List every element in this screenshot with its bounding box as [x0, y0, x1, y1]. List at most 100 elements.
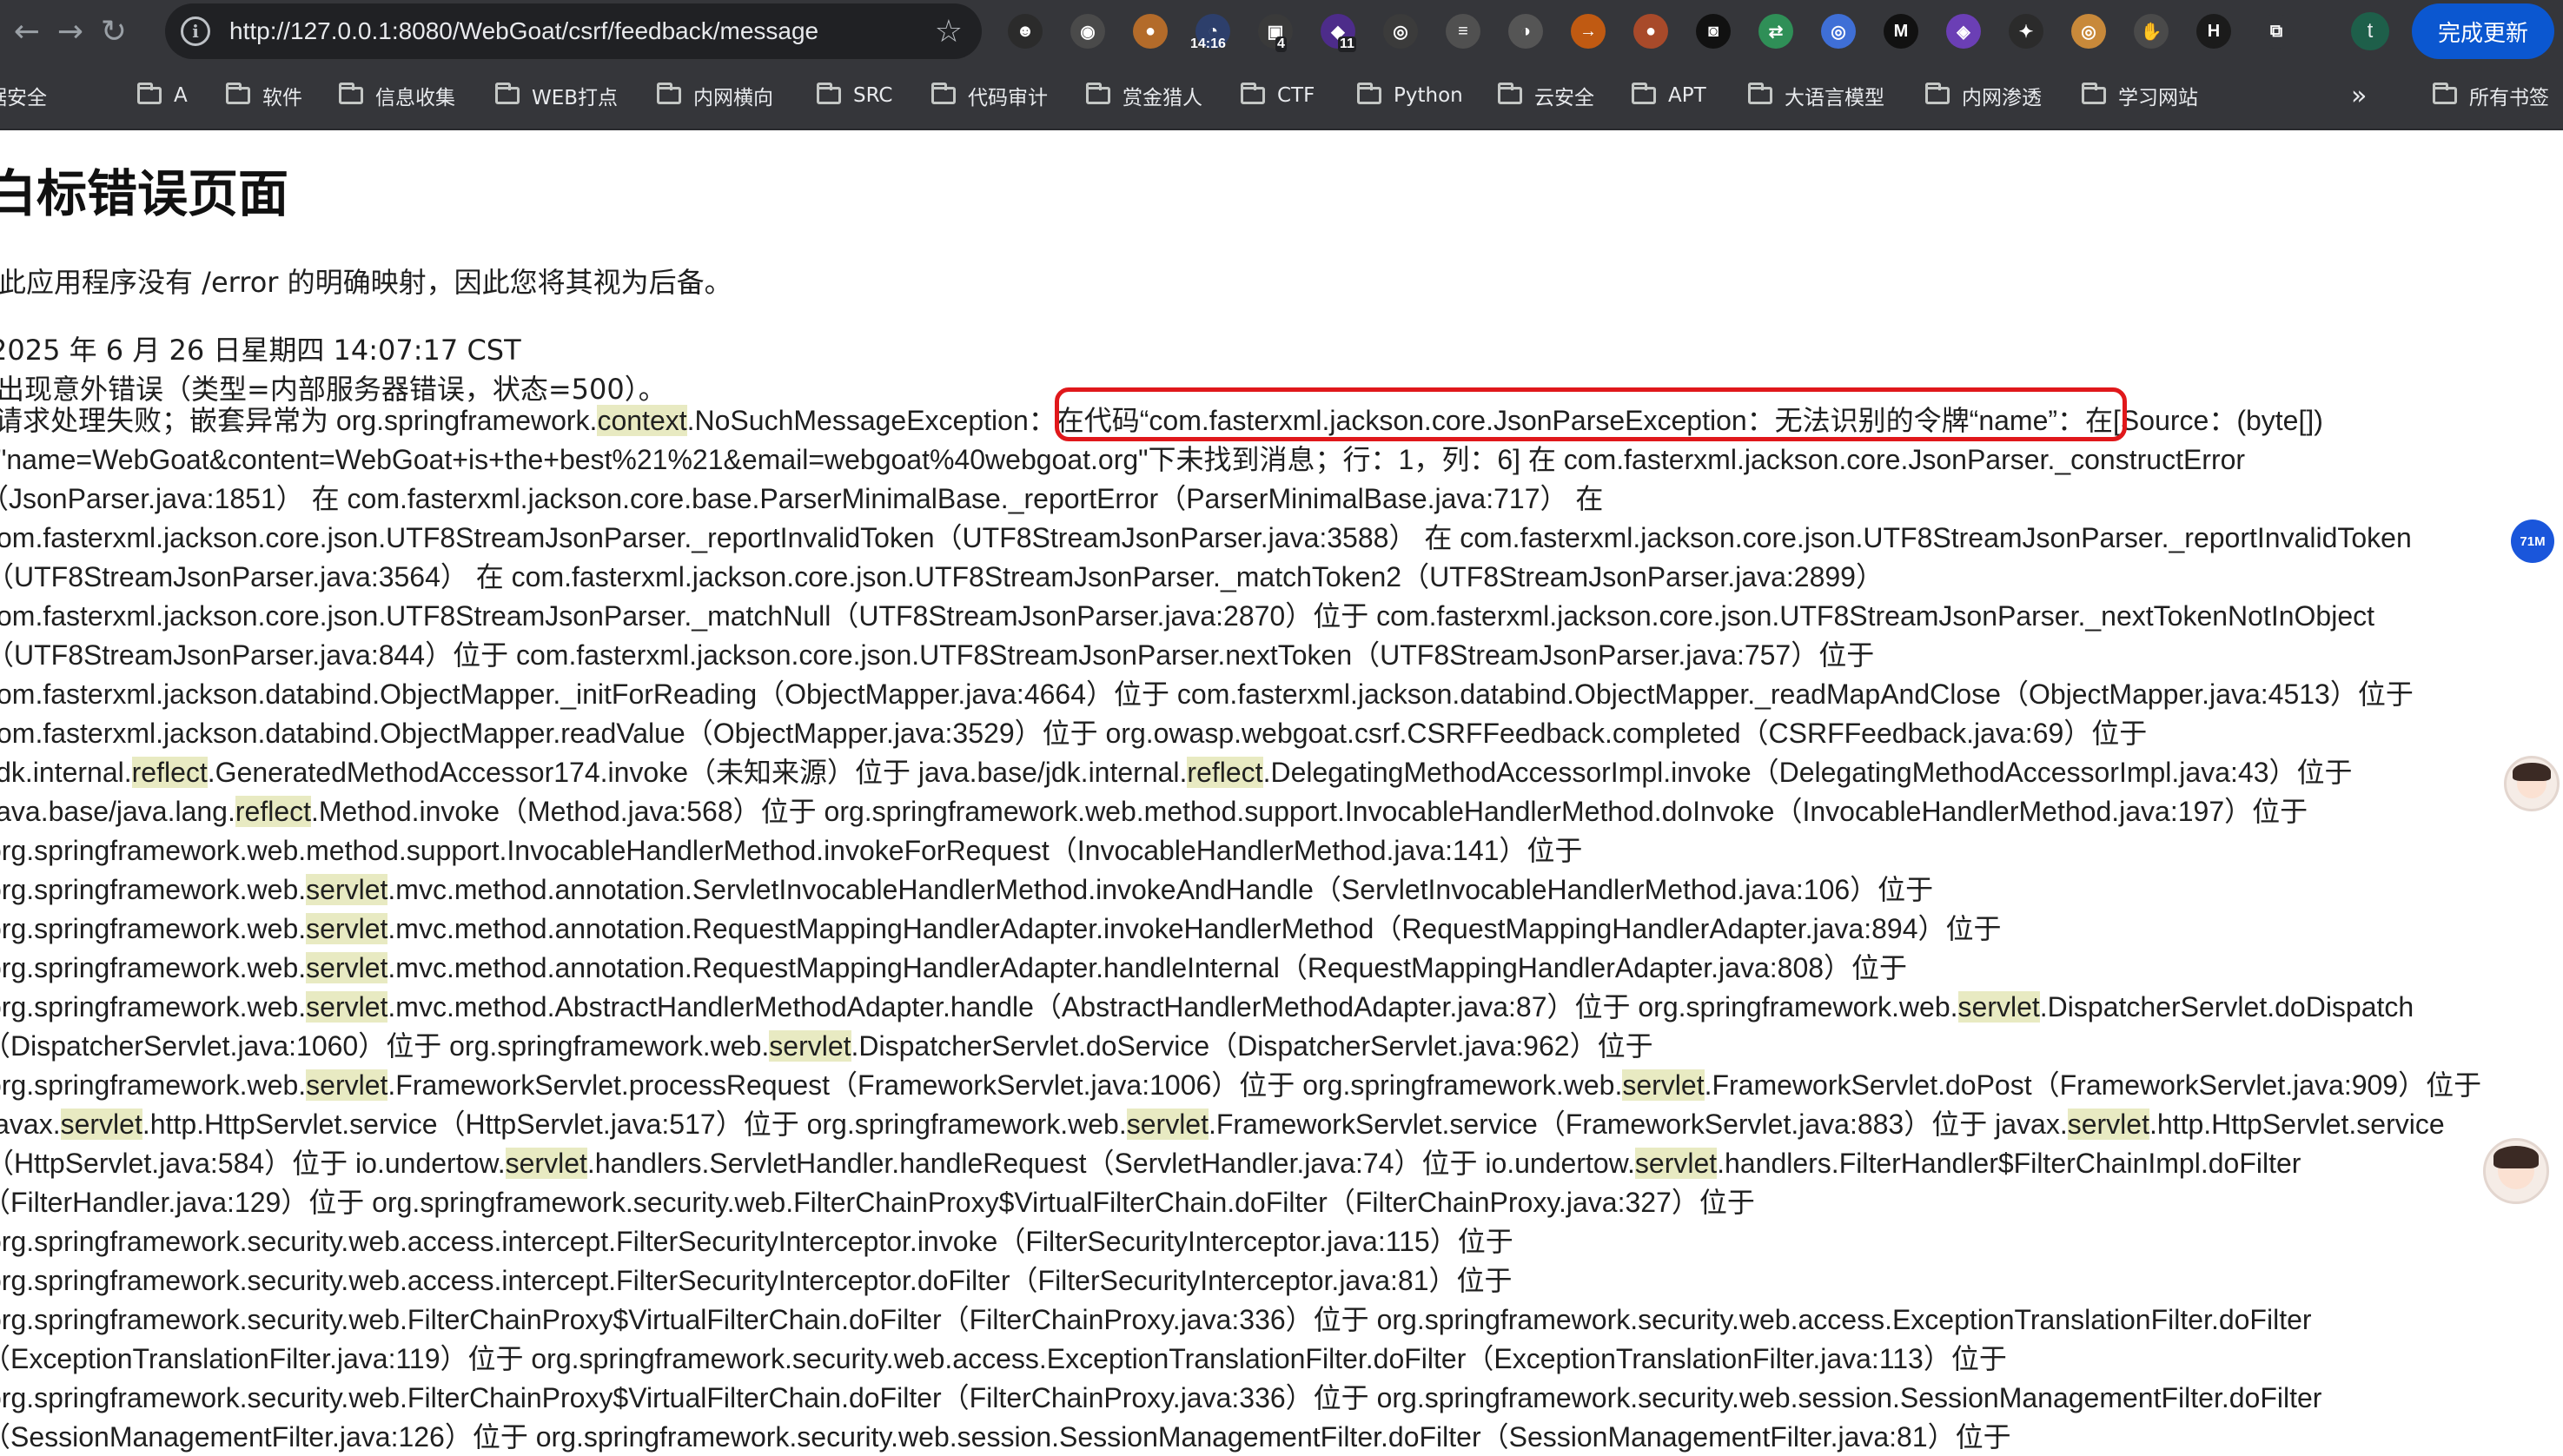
bookmark-label: 内网渗透 [1962, 87, 2042, 109]
stack-trace-line: org.springframework.web.method.support.I… [0, 835, 1583, 866]
bookmark-folder-4[interactable]: WEB打点 [495, 63, 618, 129]
search-highlight: servlet [306, 874, 388, 905]
stack-trace-line: com.fasterxml.jackson.core.json.UTF8Stre… [0, 522, 2412, 553]
extension-badge: 4 [1275, 36, 1287, 52]
stack-trace-line: com.fasterxml.jackson.databind.ObjectMap… [0, 718, 2148, 749]
update-button[interactable]: 完成更新 [2412, 3, 2554, 59]
folder-icon [931, 83, 956, 104]
search-highlight: reflect [1187, 757, 1263, 788]
clock-extension-icon[interactable]: ◔ 14:16 [1190, 14, 1230, 51]
bookmark-folder-0[interactable]: 数据安全 [0, 63, 47, 129]
memory-usage-badge[interactable]: 71M [2511, 520, 2554, 563]
bulb-extension-icon[interactable]: ✦ [2009, 14, 2043, 49]
bookmark-label: 学习网站 [2118, 87, 2198, 109]
folder-icon [1632, 83, 1656, 104]
circle-extension-icon[interactable]: ● [1633, 14, 1668, 49]
bookmark-folder-11[interactable]: 云安全 [1498, 63, 1594, 129]
reload-button[interactable]: ↻ [92, 10, 136, 53]
bookmark-label: 信息收集 [375, 87, 455, 109]
stack-trace-line: （HttpServlet.java:584）位于 io.undertow.ser… [0, 1148, 2301, 1179]
assistant-avatar-icon[interactable] [2504, 756, 2560, 811]
profile-avatar[interactable]: t [2351, 12, 2389, 50]
search-highlight: servlet [306, 1069, 388, 1101]
bookmark-folder-7[interactable]: 代码审计 [931, 63, 1048, 129]
folder-icon [495, 83, 520, 104]
stack-trace-line: org.springframework.web.servlet.mvc.meth… [0, 874, 1934, 905]
bookmark-folder-15[interactable]: 学习网站 [2082, 63, 2198, 129]
bookmark-folder-10[interactable]: Python [1357, 63, 1463, 129]
arrow-extension-icon[interactable]: → [1571, 14, 1606, 49]
bookmarks-overflow-button[interactable]: » [2351, 63, 2367, 129]
back-button[interactable]: ← [5, 10, 49, 53]
screenshot-extension-icon[interactable]: ▣ 4 [1258, 14, 1293, 52]
spy-extension-icon[interactable]: ◎ [1383, 14, 1418, 49]
bookmark-folder-8[interactable]: 赏金猎人 [1086, 63, 1202, 129]
extension-badge: 11 [1338, 36, 1356, 52]
bookmark-folder-12[interactable]: APT [1632, 63, 1706, 129]
wappalyzer-extension-icon[interactable]: ◆ 11 [1321, 14, 1356, 52]
stack-trace-line: org.springframework.security.web.access.… [0, 1226, 1513, 1257]
stack-trace-line: （JsonParser.java:1851） 在 com.fasterxml.j… [0, 483, 1604, 514]
stack-trace-line: com.fasterxml.jackson.databind.ObjectMap… [0, 678, 2414, 710]
folder-icon [1498, 83, 1522, 104]
stack-trace-line: org.springframework.web.servlet.mvc.meth… [0, 952, 1908, 983]
stack-trace-line: com.fasterxml.jackson.core.json.UTF8Stre… [0, 600, 2375, 632]
target-extension-icon[interactable]: ◎ [2071, 14, 2106, 49]
url-text[interactable]: http://127.0.0.1:8080/WebGoat/csrf/feedb… [229, 17, 935, 45]
search-highlight: context [597, 405, 687, 436]
search-highlight: reflect [131, 757, 208, 788]
js-extension-icon[interactable]: ◑ [1508, 14, 1543, 49]
all-bookmarks-button[interactable]: 所有书签 [2433, 63, 2549, 129]
globe-extension-icon[interactable]: ◉ [1070, 14, 1105, 49]
error-kind: 出现意外错误（类型=内部服务器错误，状态=500）。 [0, 373, 666, 406]
stack-trace-line: org.springframework.security.web.access.… [0, 1265, 1513, 1296]
search-highlight: servlet [306, 952, 388, 983]
address-bar[interactable]: i http://127.0.0.1:8080/WebGoat/csrf/fee… [165, 3, 982, 59]
search-highlight: servlet [1622, 1069, 1705, 1101]
bookmark-folder-13[interactable]: 大语言模型 [1748, 63, 1884, 129]
stack-trace-line: org.springframework.web.servlet.mvc.meth… [0, 991, 2414, 1023]
bookmark-label: 内网横向 [693, 87, 773, 109]
folder-icon [1748, 83, 1772, 104]
bookmark-folder-3[interactable]: 信息收集 [339, 63, 455, 129]
annotation-highlight-box [1055, 387, 2127, 441]
puzzle-extension-icon[interactable]: ⧉ [2259, 14, 2294, 49]
bookmark-folder-5[interactable]: 内网横向 [657, 63, 773, 129]
m-extension-icon[interactable]: M [1884, 14, 1918, 49]
proxy-extension-icon[interactable]: ◎ [1821, 14, 1856, 49]
bookmarks-bar: 数据安全 A 软件 信息收集 WEB打点 内网横向 SRC 代码审计 赏金猎人 … [0, 63, 2563, 130]
bookmark-label: A [174, 84, 188, 107]
bookmark-label: SRC [853, 84, 893, 107]
bookmark-folder-9[interactable]: CTF [1241, 63, 1315, 129]
folder-icon [339, 83, 363, 104]
bookmark-label: 数据安全 [0, 87, 47, 109]
forward-button[interactable]: → [49, 10, 92, 53]
bookmark-label: 大语言模型 [1785, 87, 1884, 109]
folder-icon [1241, 83, 1265, 104]
bookmark-folder-6[interactable]: SRC [817, 63, 893, 129]
search-highlight: servlet [1126, 1109, 1209, 1140]
zip-extension-icon[interactable]: ≡ [1446, 14, 1480, 49]
bookmark-label: CTF [1277, 84, 1315, 107]
bookmark-label: 赏金猎人 [1123, 87, 1202, 109]
mask-extension-icon[interactable]: ◙ [1696, 14, 1731, 49]
ghost-extension-icon[interactable]: ☻ [1008, 14, 1043, 49]
bookmark-star-icon[interactable]: ☆ [935, 14, 963, 50]
stack-trace-line: （FilterHandler.java:129）位于 org.springfra… [0, 1187, 1755, 1218]
folder-icon [226, 83, 250, 104]
translate-extension-icon[interactable]: ⇄ [1758, 14, 1793, 49]
site-info-icon[interactable]: i [181, 17, 210, 46]
extension-badge: 14:16 [1190, 36, 1226, 51]
bookmark-folder-1[interactable]: A [137, 63, 188, 129]
bookmark-label: 所有书签 [2469, 87, 2549, 109]
reload-icon: ↻ [100, 13, 128, 50]
bookmark-label: 代码审计 [968, 87, 1048, 109]
page-content: 白标错误页面 此应用程序没有 /error 的明确映射，因此您将其视为后备。 2… [0, 130, 2563, 1456]
shield-extension-icon[interactable]: ◈ [1946, 14, 1981, 49]
assistant-chat-avatar-icon[interactable] [2483, 1138, 2549, 1204]
cookie-extension-icon[interactable]: ● [1133, 14, 1168, 49]
bookmark-folder-14[interactable]: 内网渗透 [1925, 63, 2042, 129]
glove-extension-icon[interactable]: ✋ [2134, 14, 2169, 49]
bookmark-folder-2[interactable]: 软件 [226, 63, 302, 129]
h-extension-icon[interactable]: H [2196, 14, 2231, 49]
